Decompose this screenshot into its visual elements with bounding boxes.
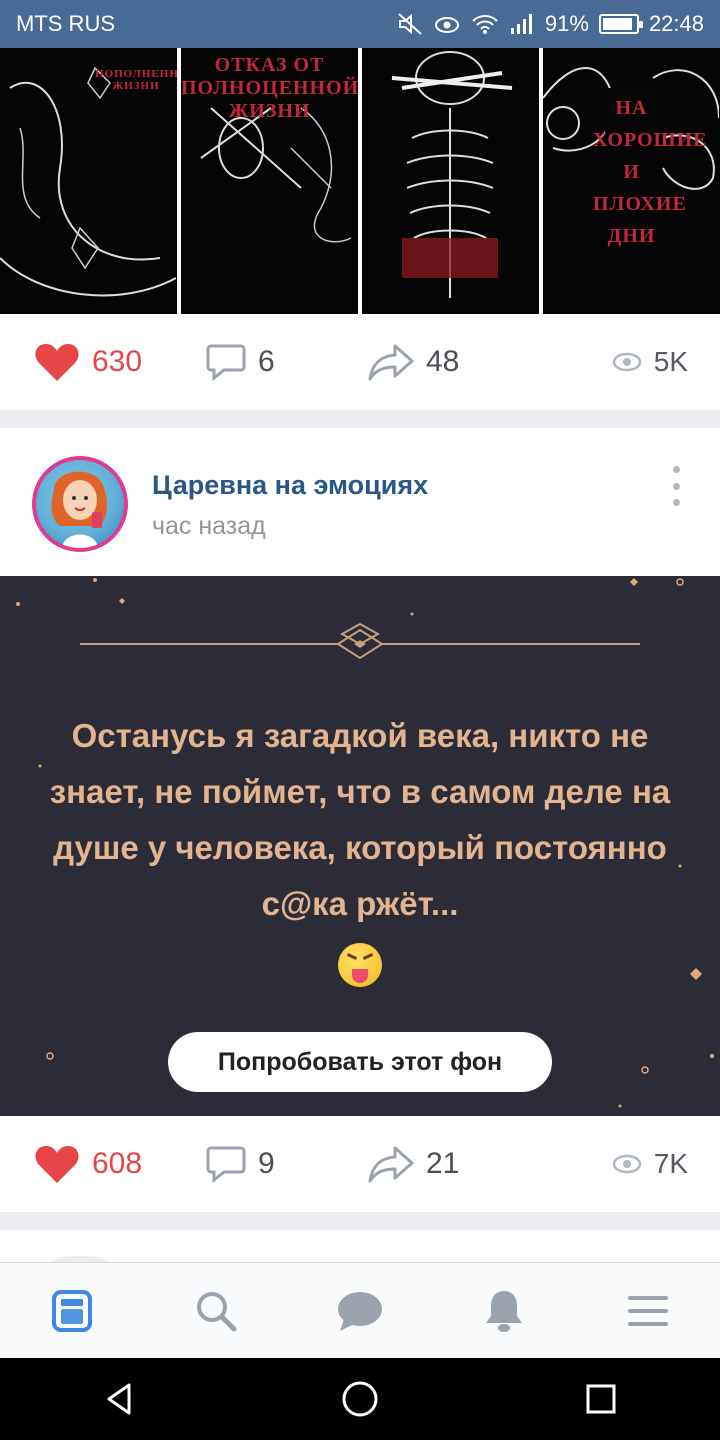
share-button[interactable]: 48: [368, 343, 459, 381]
battery-level: [602, 18, 632, 30]
comment-button[interactable]: 9: [206, 1145, 275, 1183]
view-count: 7K: [653, 1148, 688, 1179]
share-icon: [368, 1146, 414, 1183]
tab-notifications[interactable]: [432, 1263, 576, 1358]
views-counter: 5K: [612, 346, 688, 378]
dot: [672, 499, 680, 506]
gallery-image[interactable]: НА ХОРОШИЕ И ПЛОХИЕ ДНИ: [543, 48, 720, 314]
gallery-caption: ОТКАЗ ОТ ПОЛНОЦЕННОЙ ЖИЗНИ: [181, 54, 358, 122]
gallery-caption: НА ХОРОШИЕ И ПЛОХИЕ ДНИ: [593, 97, 708, 247]
battery-icon: [598, 14, 643, 34]
bell-icon: [486, 1290, 522, 1332]
recents-icon[interactable]: [583, 1381, 619, 1417]
gallery-caption: ПОПОЛНЕННОЙ ЖИЗНИ: [95, 68, 177, 92]
emoji-tongue: [352, 969, 368, 984]
tab-news[interactable]: [0, 1263, 144, 1358]
heart-icon: [35, 1146, 79, 1183]
menu-icon: [628, 1295, 668, 1326]
gallery-image[interactable]: [362, 48, 539, 314]
view-count: 5K: [653, 346, 688, 377]
avatar[interactable]: [32, 456, 128, 552]
emoji-eye: [346, 953, 358, 961]
post-timestamp: час назад: [152, 512, 266, 540]
like-count: 608: [92, 1147, 143, 1180]
system-navigation-bar: [0, 1358, 720, 1440]
comment-button[interactable]: 6: [206, 343, 275, 381]
post-background: Останусь я загадкой века, никто не знает…: [0, 576, 720, 1116]
carrier-name: MTS RUS: [16, 11, 115, 36]
gallery-image[interactable]: ОТКАЗ ОТ ПОЛНОЦЕННОЙ ЖИЗНИ: [181, 48, 358, 314]
back-icon[interactable]: [101, 1381, 137, 1417]
like-button[interactable]: 630: [34, 342, 142, 382]
tab-messages[interactable]: [288, 1263, 432, 1358]
messages-icon: [338, 1291, 382, 1331]
emoji-eye: [362, 953, 374, 961]
comment-count: 9: [258, 1147, 275, 1180]
eye-icon: [434, 17, 459, 33]
tab-menu[interactable]: [576, 1263, 720, 1358]
eye-icon: [612, 352, 641, 372]
feed-divider: [0, 1212, 720, 1230]
dot: [672, 466, 680, 473]
post-image-gallery[interactable]: ПОПОЛНЕННОЙ ЖИЗНИ ОТКАЗ ОТ ПОЛНОЦЕННОЙ Ж…: [0, 48, 720, 314]
comment-icon: [206, 1146, 246, 1183]
clock: 22:48: [648, 11, 704, 36]
more-options-button[interactable]: [664, 466, 688, 506]
avatar-illustration: [51, 471, 107, 548]
post-text: Останусь я загадкой века, никто не знает…: [40, 708, 680, 988]
status-bar: MTS RUS 91% 22:48: [0, 0, 720, 48]
eye-icon: [612, 1154, 641, 1174]
share-count: 21: [426, 1147, 460, 1180]
news-icon: [52, 1289, 92, 1332]
comment-count: 6: [258, 345, 275, 378]
tab-search[interactable]: [144, 1263, 288, 1358]
wifi-icon: [472, 15, 498, 34]
views-counter: 7K: [612, 1148, 688, 1180]
line-art-skeleton: [391, 51, 513, 298]
battery-percent: 91%: [544, 11, 589, 36]
post-actions: 630 6 48 5K: [0, 314, 720, 410]
share-icon: [368, 344, 414, 381]
post-actions: 608 9 21 7K: [0, 1116, 720, 1212]
vk-feed-screen: MTS RUS 91% 22:48 ПОПОЛНЕННОЙ ЖИЗНИ: [0, 0, 720, 1440]
status-icons: 91% 22:48: [397, 11, 704, 37]
bottom-tab-bar: [0, 1262, 720, 1358]
mute-icon: [398, 13, 422, 35]
feed-divider: [0, 410, 720, 428]
gallery-image[interactable]: ПОПОЛНЕННОЙ ЖИЗНИ: [0, 48, 177, 314]
search-icon: [197, 1291, 237, 1331]
post-text-content: Останусь я загадкой века, никто не знает…: [49, 717, 671, 922]
home-icon[interactable]: [340, 1379, 380, 1419]
squinting-face-with-tongue-icon: [338, 943, 382, 988]
dot: [672, 482, 680, 490]
heart-icon: [35, 344, 79, 381]
like-count: 630: [92, 345, 143, 378]
author-name[interactable]: Царевна на эмоциях: [152, 470, 428, 501]
comment-icon: [206, 344, 246, 381]
try-background-button[interactable]: Попробовать этот фон: [168, 1032, 552, 1092]
signal-icon: [510, 14, 532, 34]
share-button[interactable]: 21: [368, 1145, 459, 1183]
like-button[interactable]: 608: [34, 1144, 142, 1184]
share-count: 48: [426, 345, 460, 378]
